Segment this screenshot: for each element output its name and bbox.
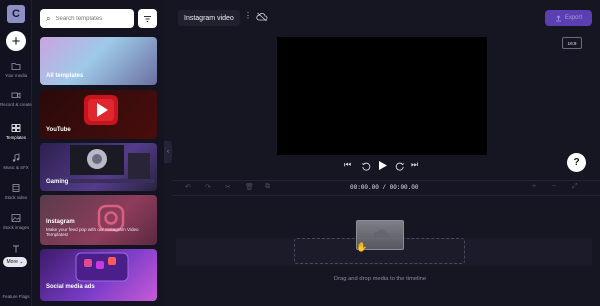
sidebar-item-stock-video[interactable]: Stock video — [0, 183, 32, 200]
card-title: Gaming — [46, 179, 69, 185]
split-icon[interactable]: ✂ — [225, 183, 231, 191]
templates-grid-icon — [11, 124, 21, 132]
app-window: C + Your media Record & create Templates… — [0, 0, 600, 306]
sidebar-item-stock-images[interactable]: Stock images — [0, 213, 32, 230]
card-title: All templates — [46, 73, 84, 79]
folder-icon — [11, 63, 21, 70]
question-mark-icon: ? — [573, 157, 580, 168]
sidebar-item-label: Stock video — [4, 195, 28, 200]
upload-icon — [555, 14, 561, 21]
grab-cursor-icon: ✋ — [356, 242, 368, 252]
export-button[interactable]: Export — [545, 10, 592, 26]
clipchamp-logo[interactable]: C — [7, 5, 25, 23]
sidebar-item-your-media[interactable]: Your media — [0, 61, 32, 78]
filter-icon — [144, 15, 151, 22]
cloud-offline-icon[interactable] — [256, 12, 268, 22]
fit-timeline-icon[interactable]: ⤢ — [572, 183, 578, 191]
more-button[interactable]: More ⌄ — [3, 257, 27, 267]
sidebar-item-label: Templates — [5, 135, 26, 140]
sidebar-item-label: Your media — [4, 73, 28, 78]
search-box[interactable]: ⌕ — [40, 9, 134, 28]
template-card-social-media-ads[interactable]: Social media ads — [40, 249, 157, 301]
duplicate-icon[interactable]: ⧉ — [265, 183, 270, 191]
project-title[interactable]: Instagram video — [178, 10, 240, 26]
delete-icon[interactable]: 🗑 — [245, 183, 254, 191]
filter-button[interactable] — [138, 9, 157, 28]
image-icon — [11, 214, 21, 222]
timecode: 00:00.00 / 00:00.00 — [350, 184, 419, 191]
forward-5-icon[interactable] — [395, 161, 405, 171]
cloud-icon — [373, 229, 389, 239]
sidebar-item-label: Stock images — [2, 225, 30, 230]
skip-back-icon[interactable]: ⏮ — [344, 160, 351, 170]
skip-forward-icon[interactable]: ⏭ — [411, 160, 418, 170]
music-note-icon — [12, 153, 20, 162]
feature-flags-item[interactable]: Feature Flags — [0, 294, 32, 299]
video-camera-icon — [11, 92, 21, 99]
redo-icon[interactable]: ↷ — [205, 183, 211, 191]
sidebar-item-label: Record & create — [0, 102, 32, 107]
total-time: 00:00.00 — [389, 184, 419, 191]
phone-apps-illustration — [75, 252, 129, 282]
undo-icon[interactable]: ↶ — [185, 183, 191, 191]
search-icon: ⌕ — [46, 13, 51, 23]
zoom-out-icon[interactable]: − — [552, 183, 556, 190]
card-title: Social media ads — [46, 284, 95, 290]
sidebar-item-templates[interactable]: Templates — [0, 123, 32, 140]
text-icon — [13, 245, 19, 253]
gaming-setup-illustration — [58, 145, 154, 183]
card-title: YouTube — [46, 127, 71, 133]
template-card-youtube[interactable]: YouTube — [40, 90, 157, 139]
current-time: 00:00.00 — [350, 184, 379, 191]
sidebar-item-music-sfx[interactable]: Music & SFX — [0, 153, 32, 170]
sidebar-item-label: Music & SFX — [3, 165, 29, 170]
search-input[interactable] — [55, 15, 126, 22]
video-preview[interactable] — [277, 37, 487, 155]
zoom-in-icon[interactable]: + — [532, 183, 536, 190]
card-subtitle: Make your feed pop with our Instagram Vi… — [46, 227, 139, 238]
chevron-left-icon: ‹ — [167, 149, 169, 155]
collapse-panel-button[interactable]: ‹ — [164, 141, 172, 163]
film-icon — [12, 184, 20, 192]
rewind-5-icon[interactable] — [361, 161, 371, 171]
more-options-icon[interactable]: ⋮ — [244, 11, 252, 20]
template-card-gaming[interactable]: Gaming — [40, 143, 157, 191]
help-button[interactable]: ? — [567, 153, 586, 172]
left-rail: C + Your media Record & create Templates… — [0, 0, 32, 306]
card-title: Instagram — [46, 219, 75, 225]
templates-panel: ⌕ All templates YouTube — [32, 0, 164, 306]
sidebar-item-record-create[interactable]: Record & create — [0, 90, 32, 107]
youtube-logo-icon — [84, 95, 118, 125]
template-card-all[interactable]: All templates — [40, 37, 157, 85]
template-card-instagram[interactable]: Instagram Make your feed pop with our In… — [40, 195, 157, 245]
chevron-down-icon: ⌄ — [19, 259, 24, 265]
play-icon[interactable] — [377, 160, 388, 171]
aspect-ratio-button[interactable]: 16:9 — [562, 37, 582, 49]
drop-hint: Drag and drop media to the timeline — [333, 276, 427, 282]
add-media-button[interactable]: + — [6, 31, 26, 51]
